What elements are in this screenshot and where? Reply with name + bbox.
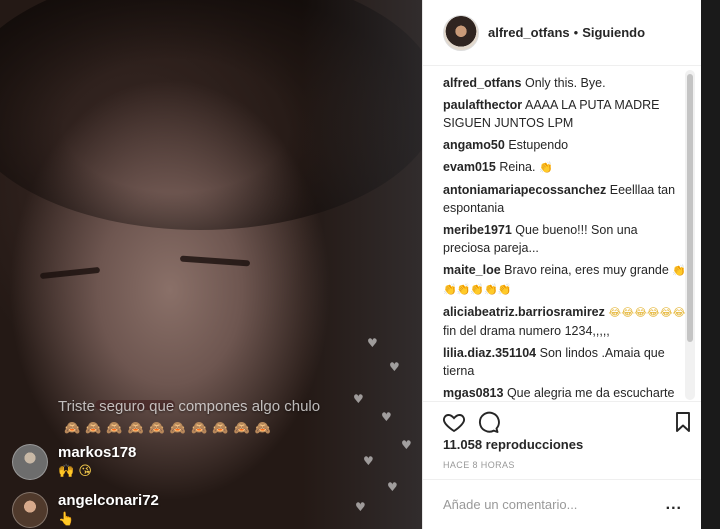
page-edge — [701, 0, 720, 529]
viewer-emoji: 🙌 😘 — [58, 464, 92, 479]
viewer-comment: angelconari72 👆 — [12, 492, 159, 528]
viewer-comment: markos178 🙌 😘 — [12, 444, 136, 480]
heart-icon: ♥ — [401, 438, 412, 452]
comment: antoniamariapecossanchez Eeelllaa tan es… — [443, 181, 687, 217]
viewer-name[interactable]: angelconari72 — [58, 492, 159, 509]
floating-hearts: ♥ ♥ ♥ ♥ ♥ ♥ ♥ ♥ — [345, 330, 422, 529]
comment: angamo50 Estupendo — [443, 136, 687, 154]
comment-text: Bravo reina, eres muy grande — [504, 263, 669, 277]
comment: maite_loe Bravo reina, eres muy grande 👏… — [443, 261, 687, 299]
comment-text: Estupendo — [508, 138, 569, 152]
comment-list[interactable]: alfred_otfans Only this. Bye. paulafthec… — [443, 74, 687, 400]
live-comment: Triste seguro que compones algo chulo 🙈🙈… — [8, 398, 348, 436]
comment: mgas0813 Que alegria me da escucharte de… — [443, 384, 687, 400]
video-detail — [179, 255, 251, 267]
comment-user[interactable]: paulafthector — [443, 98, 522, 112]
view-count[interactable]: 11.058 reproducciones — [443, 437, 583, 452]
post-header: alfred_otfans • Siguiendo — [423, 0, 702, 66]
live-comment-emojis: 🙈🙈🙈🙈🙈🙈🙈🙈🙈🙈 — [64, 421, 276, 436]
add-comment-input[interactable]: Añade un comentario... — [443, 497, 666, 512]
heart-icon: ♥ — [363, 454, 374, 468]
comment: paulafthector AAAA LA PUTA MADRE SIGUEN … — [443, 96, 687, 132]
comment-user[interactable]: aliciabeatriz.barriosramirez — [443, 305, 605, 319]
comment: meribe1971 Que bueno!!! Son una preciosa… — [443, 221, 687, 257]
comment: lilia.diaz.351104 Son lindos .Amaia que … — [443, 344, 687, 380]
separator-dot: • — [573, 25, 579, 40]
comment: alfred_otfans Only this. Bye. — [443, 74, 687, 92]
avatar[interactable] — [12, 492, 48, 528]
live-comment-text: Triste seguro que compones algo chulo — [58, 398, 321, 415]
heart-icon: ♥ — [389, 360, 400, 374]
more-options-button[interactable]: ... — [666, 496, 682, 514]
comment-user[interactable]: alfred_otfans — [443, 76, 522, 90]
post-time: HACE 8 HORAS — [443, 460, 515, 470]
viewer-name[interactable]: markos178 — [58, 444, 136, 461]
comment-icon[interactable] — [476, 410, 500, 434]
avatar[interactable] — [12, 444, 48, 480]
heart-icon: ♥ — [355, 500, 366, 514]
comment-emoji: 😂😂😂😂😂😂 — [608, 306, 686, 319]
heart-icon[interactable] — [442, 410, 466, 434]
action-bar — [423, 401, 702, 437]
live-video[interactable]: ♥ ♥ ♥ ♥ ♥ ♥ ♥ ♥ Triste seguro que compon… — [0, 0, 422, 529]
post-username[interactable]: alfred_otfans — [488, 25, 570, 40]
comment: aliciabeatriz.barriosramirez 😂😂😂😂😂😂 fin … — [443, 303, 687, 340]
heart-icon: ♥ — [387, 480, 398, 494]
add-comment-bar: Añade un comentario... ... — [423, 479, 702, 529]
heart-icon: ♥ — [381, 410, 392, 424]
comment-emoji: 👏 — [538, 161, 553, 174]
comment-user[interactable]: mgas0813 — [443, 386, 503, 400]
following-button[interactable]: Siguiendo — [582, 25, 645, 40]
comment-user[interactable]: lilia.diaz.351104 — [443, 346, 536, 360]
profile-avatar[interactable] — [443, 14, 479, 51]
comment-text: fin del drama numero 1234,,,,, — [443, 324, 610, 338]
heart-icon: ♥ — [353, 392, 364, 406]
comment-user[interactable]: meribe1971 — [443, 223, 512, 237]
comments-scrollbar[interactable] — [685, 70, 695, 400]
comment-text: Reina. — [499, 160, 536, 174]
post-panel: alfred_otfans • Siguiendo alfred_otfans … — [422, 0, 702, 529]
comment-user[interactable]: evam015 — [443, 160, 496, 174]
scrollbar-thumb[interactable] — [687, 74, 693, 342]
comment-user[interactable]: antoniamariapecossanchez — [443, 183, 606, 197]
comment-text: Only this. Bye. — [524, 76, 606, 90]
bookmark-icon[interactable] — [671, 410, 695, 434]
viewer-emoji: 👆 — [58, 512, 75, 527]
comment: evam015 Reina. 👏 — [443, 158, 687, 177]
comment-user[interactable]: maite_loe — [443, 263, 501, 277]
heart-icon: ♥ — [367, 336, 378, 350]
comment-user[interactable]: angamo50 — [443, 138, 505, 152]
video-detail — [39, 266, 101, 280]
